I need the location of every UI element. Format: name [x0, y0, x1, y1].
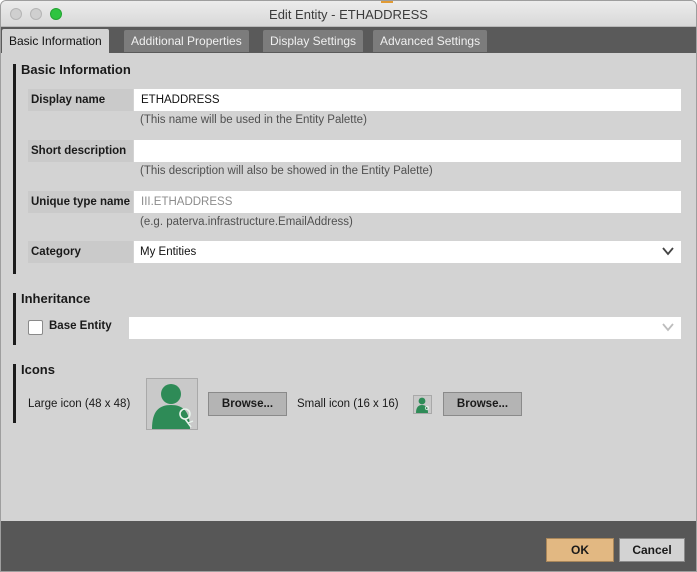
display-name-field[interactable]: ETHADDRESS [134, 89, 681, 111]
window-title: Edit Entity - ETHADDRESS [269, 7, 428, 22]
browse-small-icon-button[interactable]: Browse... [443, 392, 522, 416]
basic-info-section-title: Basic Information [21, 62, 131, 77]
icons-section-bar [13, 364, 16, 423]
category-dropdown[interactable]: My Entities [134, 241, 681, 263]
person-large-icon [152, 384, 194, 429]
inheritance-section-bar [13, 293, 16, 345]
chevron-down-icon [662, 323, 674, 332]
unique-type-name-label: Unique type name [28, 191, 133, 213]
unique-type-name-field[interactable]: III.ETHADDRESS [134, 191, 681, 213]
base-entity-dropdown[interactable] [129, 317, 681, 339]
large-icon-preview [146, 378, 198, 430]
category-label: Category [28, 241, 133, 263]
small-icon-preview [413, 395, 432, 414]
tab-additional-properties[interactable]: Additional Properties [124, 30, 249, 52]
chevron-down-icon [662, 247, 674, 256]
short-description-label: Short description [28, 140, 133, 162]
tab-advanced-settings[interactable]: Advanced Settings [373, 30, 488, 52]
short-description-hint: (This description will also be showed in… [140, 165, 433, 177]
cancel-button[interactable]: Cancel [619, 538, 685, 562]
tab-basic-information[interactable]: Basic Information [2, 29, 109, 53]
category-selected-value: My Entities [140, 246, 197, 258]
browse-large-icon-button[interactable]: Browse... [208, 392, 287, 416]
tab-display-settings[interactable]: Display Settings [263, 30, 364, 52]
title-marker-icon [381, 1, 393, 3]
small-icon-label: Small icon (16 x 16) [297, 398, 399, 410]
base-entity-label: Base Entity [49, 320, 112, 332]
inheritance-section-title: Inheritance [21, 291, 91, 306]
icons-section-title: Icons [21, 362, 55, 377]
short-description-field[interactable] [134, 140, 681, 162]
ok-button[interactable]: OK [546, 538, 614, 562]
large-icon-label: Large icon (48 x 48) [28, 398, 131, 410]
display-name-hint: (This name will be used in the Entity Pa… [140, 114, 367, 126]
unique-type-name-hint: (e.g. paterva.infrastructure.EmailAddres… [140, 216, 353, 228]
person-small-icon [416, 397, 430, 413]
title-bar[interactable]: Edit Entity - ETHADDRESS [1, 1, 696, 27]
display-name-label: Display name [28, 89, 133, 111]
edit-entity-dialog: Edit Entity - ETHADDRESS Basic Informati… [0, 0, 697, 572]
base-entity-checkbox[interactable] [28, 320, 43, 335]
basic-info-section-bar [13, 64, 16, 274]
tab-strip: Basic Information Additional Properties … [1, 27, 696, 53]
